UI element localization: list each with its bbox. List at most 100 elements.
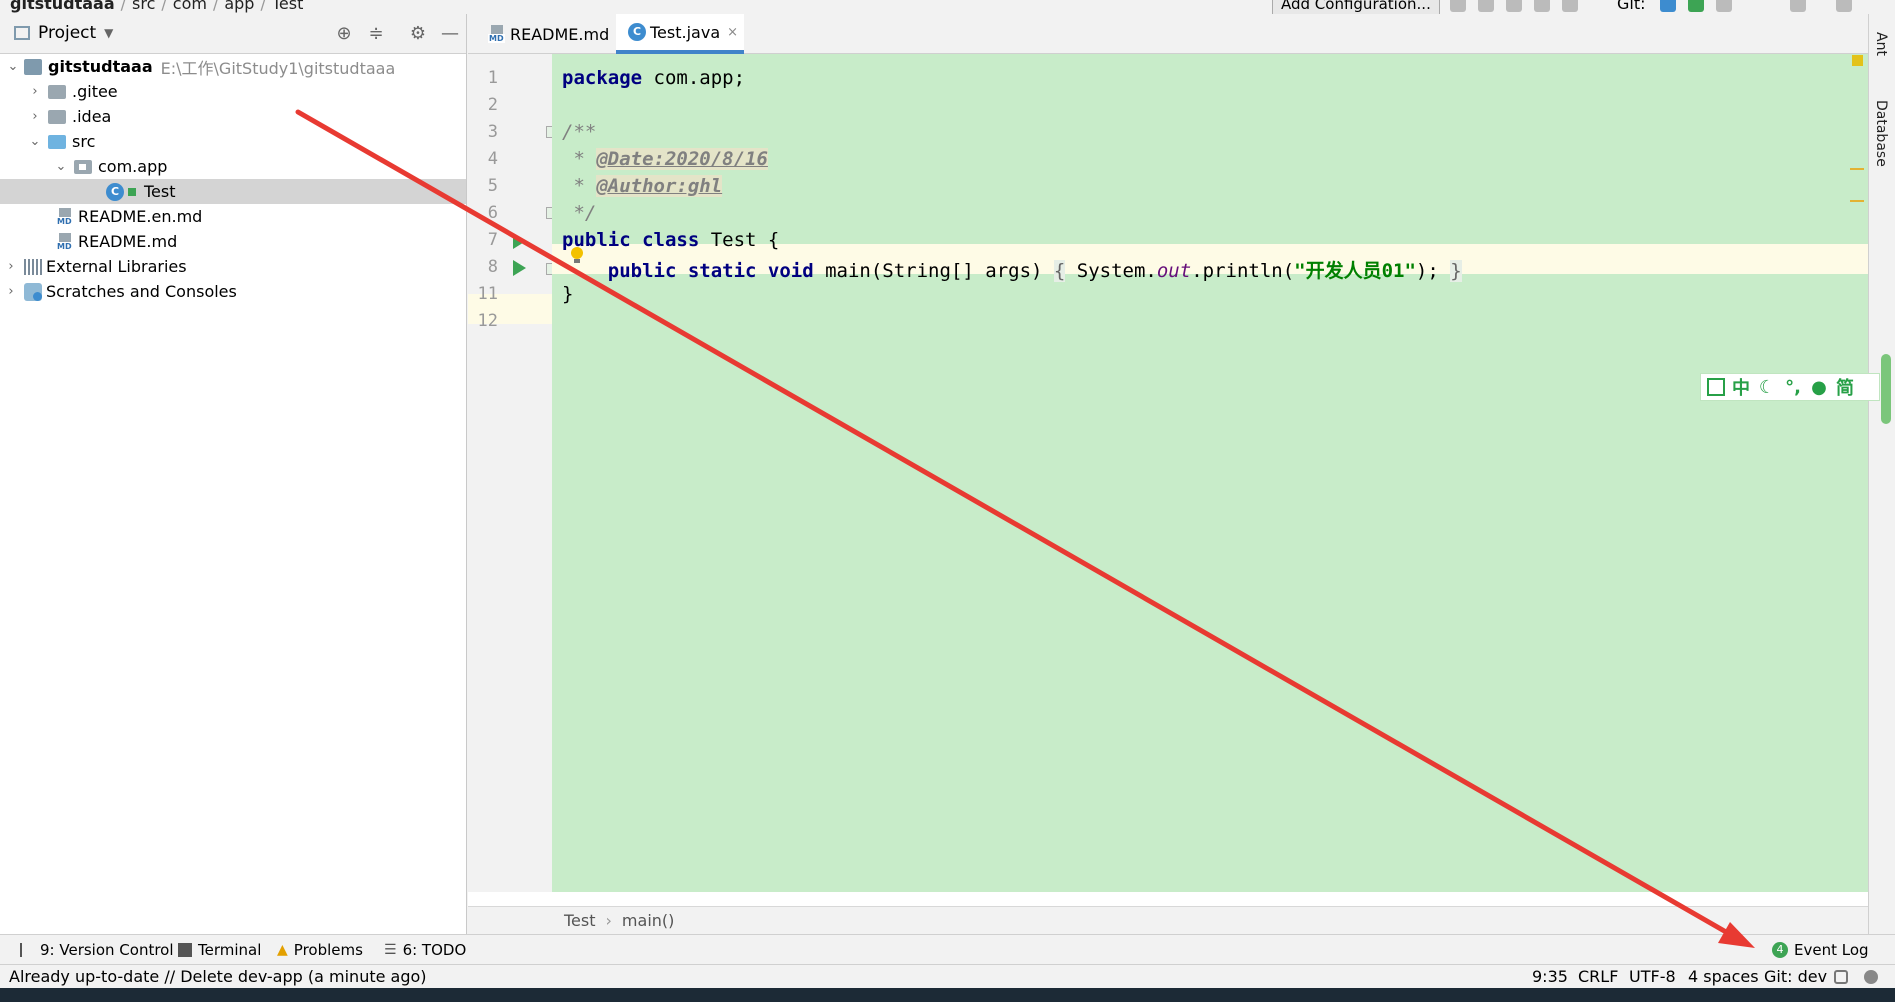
scratches-icon (24, 282, 42, 301)
folder-icon (48, 109, 66, 124)
chevron-down-icon[interactable]: ⌄ (54, 159, 68, 174)
close-icon[interactable]: × (727, 25, 738, 40)
tab-test-java[interactable]: C Test.java × (616, 14, 745, 54)
breadcrumb-test[interactable]: Test (272, 0, 304, 13)
scrollbar-handle[interactable] (1881, 354, 1891, 424)
tree-item-src[interactable]: ⌄ src (0, 129, 466, 154)
lock-icon[interactable] (1834, 970, 1848, 984)
tree-item-idea[interactable]: › .idea (0, 104, 466, 129)
tab-readme[interactable]: MD README.md × (476, 14, 633, 54)
breadcrumb-com[interactable]: com (173, 0, 207, 13)
problems-button[interactable]: ▲ Problems (277, 941, 363, 959)
locate-icon[interactable]: ⊕ (334, 24, 354, 44)
inspector-icon[interactable] (1864, 970, 1878, 984)
breadcrumb-src[interactable]: src (132, 0, 155, 13)
database-tool-button[interactable]: Database (1873, 100, 1889, 167)
project-panel-header: Project ▼ ⊕ ≑ ⚙ — (0, 14, 466, 54)
stop-icon[interactable] (1562, 0, 1578, 12)
ime-settings-icon[interactable] (1707, 378, 1725, 396)
chevron-down-icon[interactable]: ⌄ (28, 134, 42, 149)
todo-button[interactable]: ☰ 6: TODO (384, 941, 466, 959)
ime-chinese-mode[interactable]: 中 (1731, 374, 1751, 400)
tree-item-readme[interactable]: MD README.md (0, 229, 466, 254)
line-number: 7 (487, 230, 498, 250)
tree-item-test[interactable]: C Test (0, 179, 466, 204)
chevron-right-icon[interactable]: › (4, 259, 18, 274)
git-update-icon[interactable] (1660, 0, 1676, 12)
git-history-icon[interactable] (1716, 0, 1732, 12)
add-configuration-button[interactable]: Add Configuration... (1272, 0, 1440, 14)
hide-icon[interactable]: — (440, 24, 460, 44)
navigation-bar: gitstudtaaa / src / com / app / Test Add… (0, 0, 1895, 14)
breadcrumb-project[interactable]: gitstudtaaa (10, 0, 115, 13)
moon-icon[interactable]: ☾ (1757, 377, 1777, 398)
code-line-3: /** (562, 121, 597, 143)
search-everywhere-icon[interactable] (1836, 0, 1852, 12)
editor-gutter[interactable]: 1 2 3 4 5 6 7 8 11 12 (468, 54, 558, 892)
run-icon[interactable] (1450, 0, 1466, 12)
tree-item-label: README.en.md (78, 207, 203, 226)
tree-item-label: Scratches and Consoles (46, 282, 237, 301)
tree-item-label: Test (144, 182, 176, 201)
tree-item-project-root[interactable]: ⌄ gitstudtaaa E:\工作\GitStudy1\gitstudtaa… (0, 54, 466, 79)
crumb-method[interactable]: main() (622, 911, 674, 930)
right-tool-strip: Ant Database (1868, 14, 1895, 934)
code-area[interactable]: package com.app; /** * @Date:2020/8/16 *… (552, 54, 1868, 892)
markdown-file-icon: MD (488, 25, 506, 43)
caret-position[interactable]: 9:35 (1532, 967, 1568, 986)
punctuation-icon[interactable]: °, (1783, 377, 1803, 398)
version-control-button[interactable]: 9: Version Control (20, 941, 174, 959)
tree-item-com-app[interactable]: ⌄ com.app (0, 154, 466, 179)
tree-item-scratches[interactable]: › Scratches and Consoles (0, 279, 466, 304)
editor: MD README.md × C Test.java × 1 2 3 4 5 6… (468, 14, 1868, 934)
crumb-class[interactable]: Test (564, 911, 596, 930)
error-stripe-marker[interactable] (1850, 168, 1864, 170)
error-stripe-marker[interactable] (1850, 200, 1864, 202)
git-commit-icon[interactable] (1688, 0, 1704, 12)
line-number: 8 (487, 257, 498, 277)
chevron-right-icon[interactable]: › (28, 109, 42, 124)
chevron-down-icon[interactable]: ⌄ (6, 59, 20, 74)
indent-setting[interactable]: 4 spaces (1688, 967, 1759, 986)
inspection-status-icon[interactable] (1852, 55, 1863, 66)
file-encoding[interactable]: UTF-8 (1629, 967, 1676, 986)
project-structure-icon[interactable] (1790, 0, 1806, 12)
line-separator[interactable]: CRLF (1578, 967, 1618, 986)
terminal-button[interactable]: Terminal (178, 941, 261, 959)
chevron-right-icon[interactable]: › (28, 84, 42, 99)
line-number: 6 (487, 203, 498, 223)
event-log-button[interactable]: 4 Event Log (1772, 941, 1869, 959)
markdown-file-icon: MD (56, 207, 74, 226)
ant-tool-button[interactable]: Ant (1873, 32, 1889, 56)
debug-icon[interactable] (1478, 0, 1494, 12)
run-main-icon[interactable] (513, 260, 526, 276)
terminal-label: Terminal (198, 941, 262, 959)
tree-item-external-libraries[interactable]: › External Libraries (0, 254, 466, 279)
coverage-icon[interactable] (1506, 0, 1522, 12)
tree-item-label: gitstudtaaa (48, 57, 153, 76)
code-line-5: * @Author:ghl (562, 175, 723, 197)
tree-item-label: com.app (98, 157, 168, 176)
ime-simplified-mode[interactable]: 简 (1835, 374, 1855, 400)
breadcrumb-app[interactable]: app (224, 0, 254, 13)
code-line-8: public static void main(String[] args) {… (607, 260, 1462, 282)
tree-item-label: README.md (78, 232, 178, 251)
chevron-right-icon[interactable]: › (4, 284, 18, 299)
git-branch[interactable]: Git: dev (1764, 967, 1827, 986)
profile-icon[interactable] (1534, 0, 1550, 12)
tree-item-gitee[interactable]: › .gitee (0, 79, 466, 104)
project-view-selector[interactable]: Project ▼ (14, 23, 113, 43)
java-class-icon: C (106, 182, 124, 201)
run-class-icon[interactable] (513, 233, 526, 249)
branch-icon (20, 943, 34, 957)
user-icon[interactable]: ● (1809, 377, 1829, 398)
tree-item-label: .gitee (72, 82, 118, 101)
tree-item-readme-en[interactable]: MD README.en.md (0, 204, 466, 229)
source-folder-icon (48, 134, 66, 149)
status-message[interactable]: Already up-to-date // Delete dev-app (a … (9, 967, 427, 986)
collapse-all-icon[interactable]: ≑ (366, 24, 386, 44)
os-taskbar (0, 988, 1895, 1002)
code-line-1: package com.app; (562, 67, 746, 89)
gear-icon[interactable]: ⚙ (408, 24, 428, 44)
editor-tab-bar: MD README.md × C Test.java × (468, 14, 1868, 54)
